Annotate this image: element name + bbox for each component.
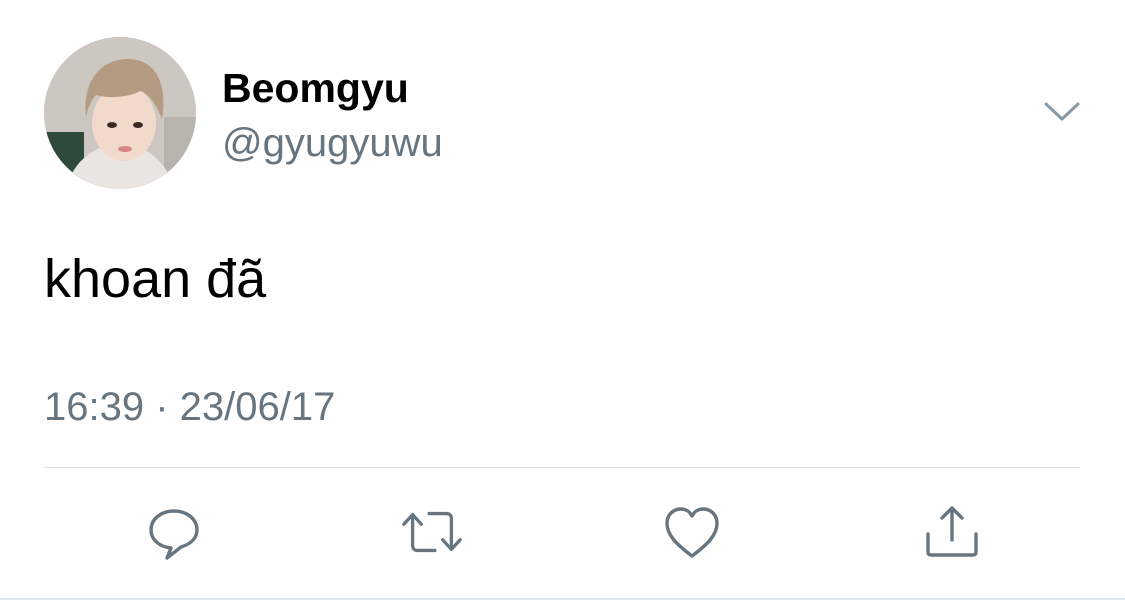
tweet-detail: Beomgyu @gyugyuwu khoan đã 16:39 · 23/06… — [0, 0, 1125, 601]
share-upload-icon — [926, 506, 978, 557]
display-name[interactable]: Beomgyu — [222, 64, 409, 112]
profile-photo — [44, 37, 196, 189]
avatar[interactable] — [44, 37, 196, 189]
chevron-down-icon[interactable] — [1042, 98, 1082, 124]
tweet-timestamp[interactable]: 16:39 · 23/06/17 — [44, 383, 335, 431]
user-handle[interactable]: @gyugyuwu — [222, 119, 443, 167]
bottom-divider — [0, 598, 1125, 600]
reply-button[interactable] — [142, 500, 206, 564]
retweet-button[interactable] — [400, 500, 464, 564]
divider — [44, 467, 1080, 468]
like-button[interactable] — [660, 500, 724, 564]
share-button[interactable] — [920, 500, 984, 564]
retweet-arrows-icon — [402, 511, 462, 553]
heart-icon — [665, 507, 719, 558]
speech-bubble-icon — [149, 509, 199, 560]
tweet-text: khoan đã — [44, 249, 267, 309]
